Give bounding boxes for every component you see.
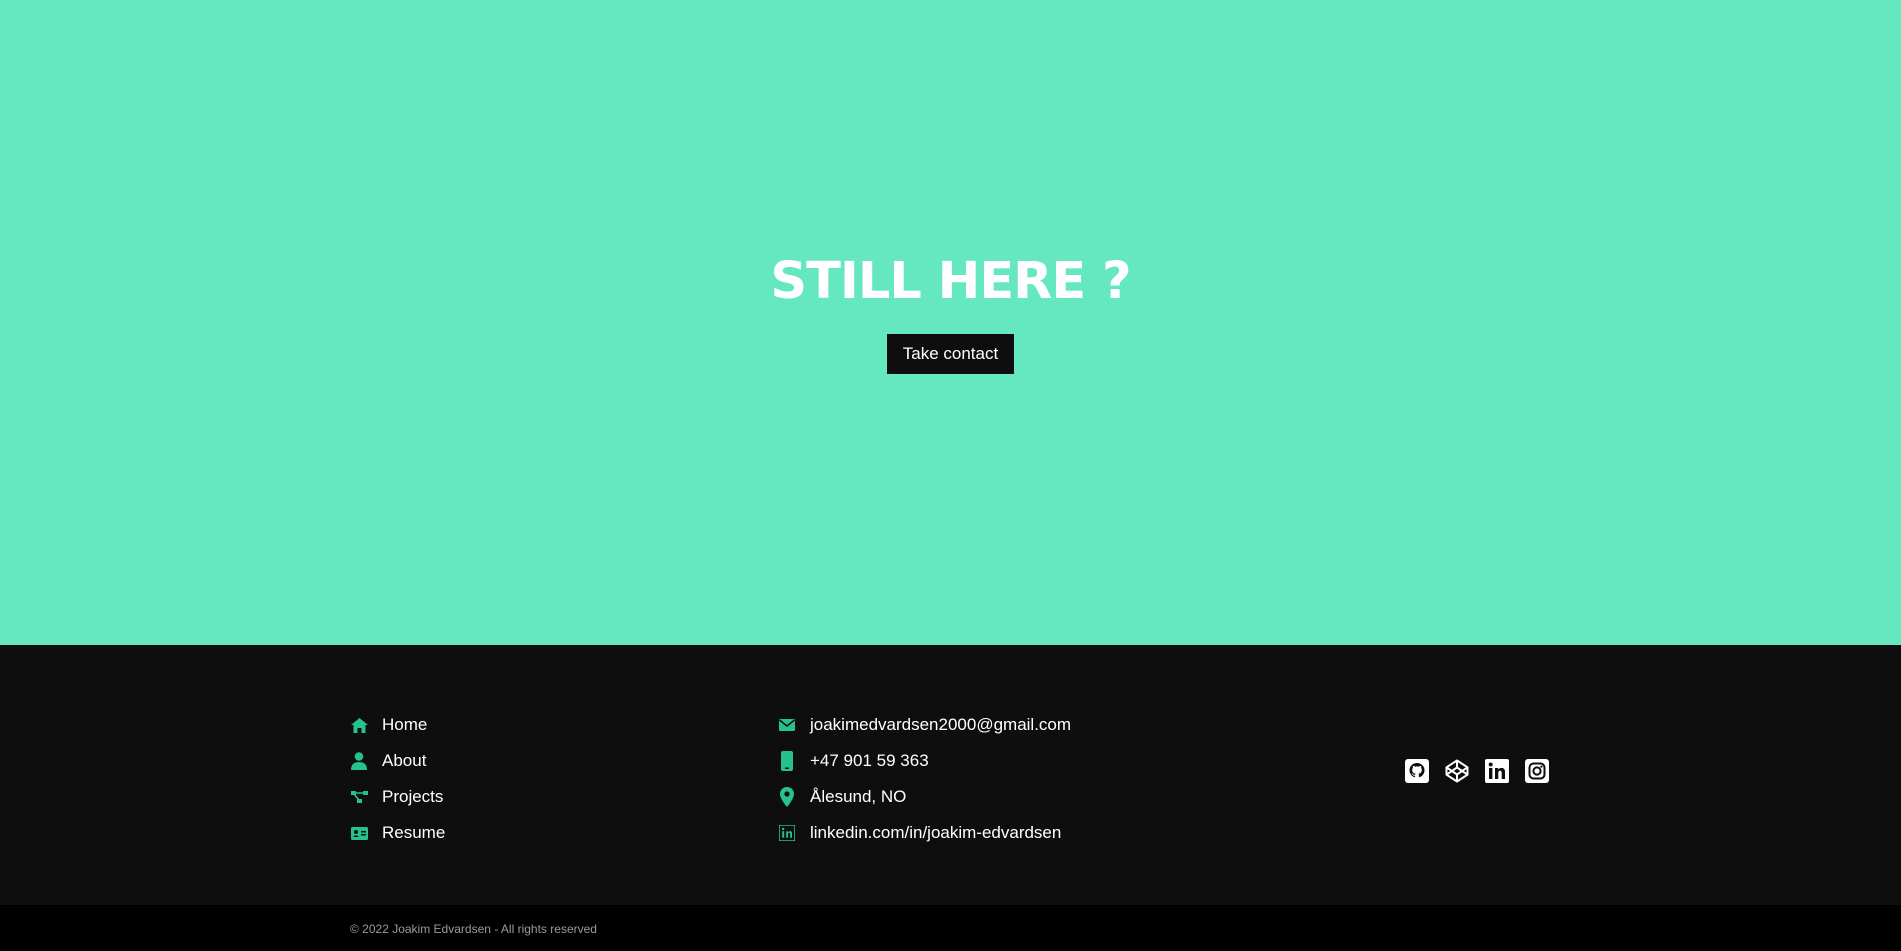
map-marker-icon bbox=[778, 787, 796, 807]
nav-item-resume[interactable]: Resume bbox=[350, 815, 445, 851]
social-links bbox=[1405, 759, 1549, 783]
mobile-icon bbox=[778, 751, 796, 771]
contact-location: Ålesund, NO bbox=[778, 779, 1071, 815]
contact-phone-link[interactable]: +47 901 59 363 bbox=[810, 751, 929, 771]
id-card-icon bbox=[350, 824, 368, 842]
nav-item-label[interactable]: Projects bbox=[382, 787, 443, 807]
project-diagram-icon bbox=[350, 788, 368, 806]
nav-item-projects[interactable]: Projects bbox=[350, 779, 445, 815]
nav-item-label[interactable]: About bbox=[382, 751, 426, 771]
envelope-icon bbox=[778, 716, 796, 734]
hero-section: STILL HERE ? Take contact bbox=[0, 0, 1901, 645]
take-contact-button[interactable]: Take contact bbox=[887, 334, 1014, 374]
footer-nav: Home About Projects Resume bbox=[350, 707, 445, 851]
instagram-icon[interactable] bbox=[1525, 759, 1549, 783]
home-icon bbox=[350, 716, 368, 734]
nav-item-label[interactable]: Home bbox=[382, 715, 427, 735]
copyright-text: © 2022 Joakim Edvardsen - All rights res… bbox=[350, 922, 597, 936]
linkedin-icon bbox=[778, 824, 796, 842]
nav-item-home[interactable]: Home bbox=[350, 707, 445, 743]
nav-item-about[interactable]: About bbox=[350, 743, 445, 779]
footer-bottom-bar: © 2022 Joakim Edvardsen - All rights res… bbox=[0, 905, 1901, 951]
contact-email-link[interactable]: joakimedvardsen2000@gmail.com bbox=[810, 715, 1071, 735]
contact-phone[interactable]: +47 901 59 363 bbox=[778, 743, 1071, 779]
contact-location-text: Ålesund, NO bbox=[810, 787, 907, 806]
footer-contact: joakimedvardsen2000@gmail.com +47 901 59… bbox=[778, 707, 1071, 851]
nav-item-label[interactable]: Resume bbox=[382, 823, 445, 843]
footer: Home About Projects Resume joakimedvards… bbox=[0, 645, 1901, 905]
codepen-icon[interactable] bbox=[1445, 759, 1469, 783]
hero-title: STILL HERE ? bbox=[770, 252, 1131, 311]
contact-linkedin-link[interactable]: linkedin.com/in/joakim-edvardsen bbox=[810, 823, 1061, 843]
user-icon bbox=[350, 752, 368, 770]
contact-linkedin[interactable]: linkedin.com/in/joakim-edvardsen bbox=[778, 815, 1071, 851]
github-icon[interactable] bbox=[1405, 759, 1429, 783]
contact-email[interactable]: joakimedvardsen2000@gmail.com bbox=[778, 707, 1071, 743]
linkedin-icon[interactable] bbox=[1485, 759, 1509, 783]
